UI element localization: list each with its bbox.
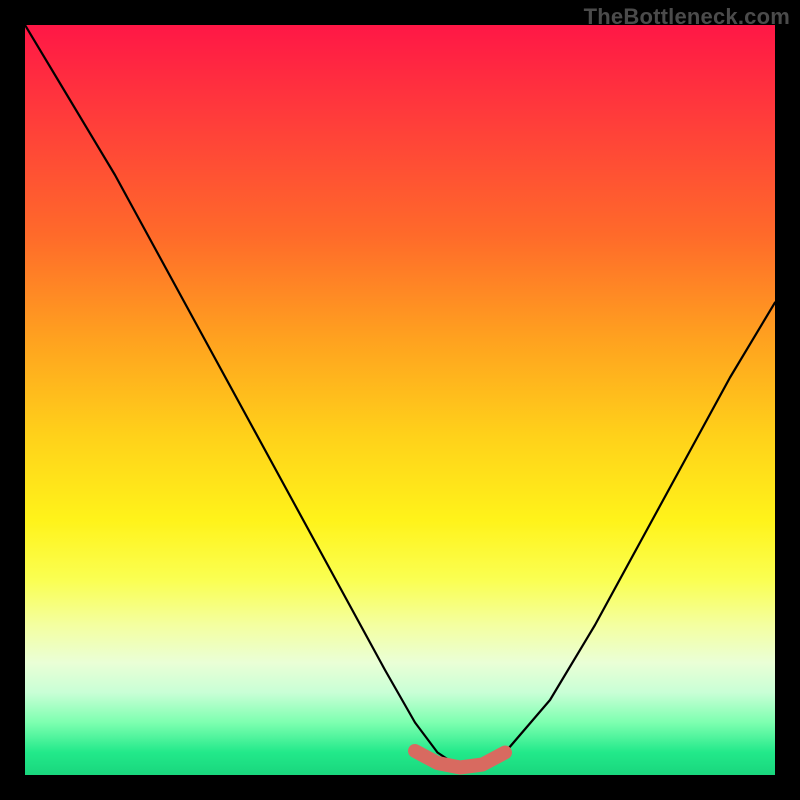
flat-minimum-highlight-path [415, 751, 505, 768]
chart-frame: TheBottleneck.com [0, 0, 800, 800]
bottleneck-curve-path [25, 25, 775, 768]
plot-area [25, 25, 775, 775]
chart-svg [25, 25, 775, 775]
